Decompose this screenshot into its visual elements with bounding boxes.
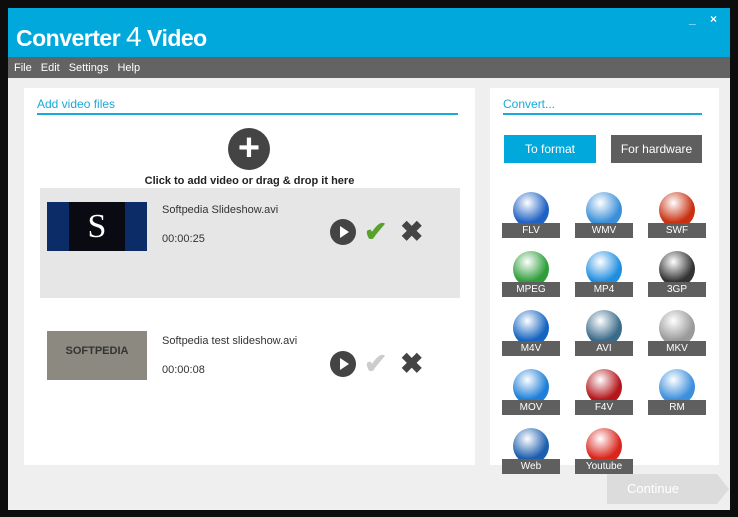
minimize-button[interactable]: _ — [689, 12, 696, 26]
file-name: Softpedia test slideshow.avi — [162, 335, 298, 347]
format-label: M4V — [502, 341, 560, 356]
continue-button[interactable]: Continue — [607, 474, 729, 504]
panel-heading: Convert... — [503, 97, 556, 111]
menu-file[interactable]: File — [14, 62, 32, 74]
format-label: AVI — [575, 341, 633, 356]
play-button[interactable] — [330, 219, 356, 245]
app-window: Converter 4 Video _ × File Edit Settings… — [8, 8, 730, 510]
remove-icon[interactable]: ✖ — [400, 350, 423, 378]
app-title: Converter 4 Video — [16, 21, 207, 52]
format-youtube[interactable]: Youtube — [575, 428, 633, 474]
check-icon[interactable]: ✔ — [364, 350, 387, 378]
menu-bar: File Edit Settings Help — [8, 57, 730, 78]
format-mp4[interactable]: MP4 — [575, 251, 633, 297]
file-row[interactable]: S Softpedia Slideshow.avi 00:00:25 ✔ ✖ — [40, 188, 460, 298]
format-label: MKV — [648, 341, 706, 356]
divider — [503, 113, 702, 115]
format-label: MP4 — [575, 282, 633, 297]
divider — [37, 113, 458, 115]
format-mpeg[interactable]: MPEG — [502, 251, 560, 297]
close-button[interactable]: × — [710, 12, 717, 26]
format-mov[interactable]: MOV — [502, 369, 560, 415]
video-thumbnail: SOFTPEDIA — [47, 331, 147, 380]
format-label: WMV — [575, 223, 633, 238]
format-avi[interactable]: AVI — [575, 310, 633, 356]
check-icon[interactable]: ✔ — [364, 218, 387, 246]
convert-panel: Convert... To format For hardware FLV WMV… — [490, 88, 719, 474]
for-hardware-tab[interactable]: For hardware — [611, 135, 702, 163]
format-label: F4V — [575, 400, 633, 415]
format-label: SWF — [648, 223, 706, 238]
file-name: Softpedia Slideshow.avi — [162, 204, 279, 216]
play-button[interactable] — [330, 351, 356, 377]
format-label: RM — [648, 400, 706, 415]
panel-heading: Add video files — [37, 97, 116, 111]
file-duration: 00:00:08 — [162, 364, 205, 376]
format-web[interactable]: Web — [502, 428, 560, 474]
add-files-panel: Add video files + Click to add video or … — [24, 88, 475, 465]
format-label: 3GP — [648, 282, 706, 297]
format-label: FLV — [502, 223, 560, 238]
format-label: MOV — [502, 400, 560, 415]
format-f4v[interactable]: F4V — [575, 369, 633, 415]
add-hint: Click to add video or drag & drop it her… — [144, 175, 355, 187]
menu-edit[interactable]: Edit — [41, 62, 60, 74]
format-label: Web — [502, 459, 560, 474]
format-3gp[interactable]: 3GP — [648, 251, 706, 297]
format-swf[interactable]: SWF — [648, 192, 706, 238]
format-m4v[interactable]: M4V — [502, 310, 560, 356]
to-format-tab[interactable]: To format — [504, 135, 596, 163]
file-row[interactable]: SOFTPEDIA Softpedia test slideshow.avi 0… — [40, 318, 460, 428]
add-video-button[interactable]: + — [228, 128, 270, 170]
format-rm[interactable]: RM — [648, 369, 706, 415]
title-bar: Converter 4 Video _ × — [8, 8, 730, 57]
remove-icon[interactable]: ✖ — [400, 218, 423, 246]
file-duration: 00:00:25 — [162, 233, 205, 245]
format-flv[interactable]: FLV — [502, 192, 560, 238]
video-thumbnail: S — [47, 202, 147, 251]
format-mkv[interactable]: MKV — [648, 310, 706, 356]
format-wmv[interactable]: WMV — [575, 192, 633, 238]
menu-help[interactable]: Help — [117, 62, 140, 74]
menu-settings[interactable]: Settings — [69, 62, 109, 74]
format-label: MPEG — [502, 282, 560, 297]
format-label: Youtube — [575, 459, 633, 474]
